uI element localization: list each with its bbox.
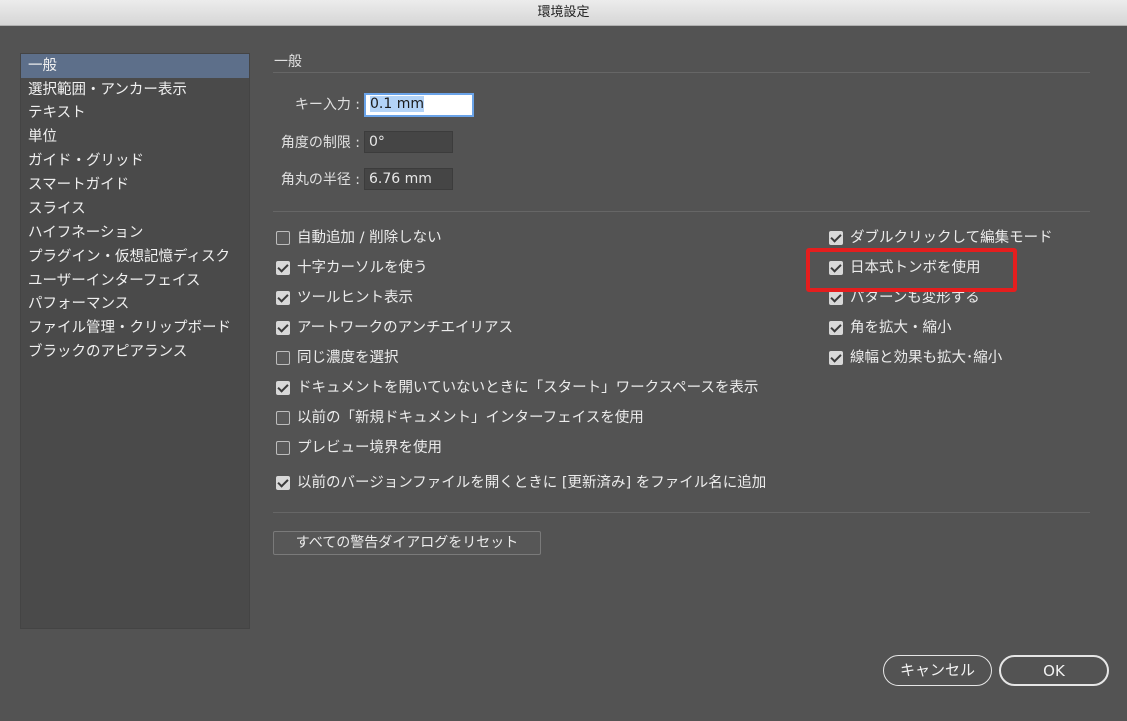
checkbox[interactable] [829,231,843,245]
checkbox[interactable] [276,411,290,425]
checkbox[interactable] [276,381,290,395]
option-label: 同じ濃度を選択 [297,350,399,366]
option-label: 以前の「新規ドキュメント」インターフェイスを使用 [297,410,644,426]
reset-warning-dialogs-button[interactable]: すべての警告ダイアログをリセット [273,531,541,555]
checkbox[interactable] [276,476,290,490]
option-label: アートワークのアンチエイリアス [297,320,514,336]
sidebar-item-plugins-scratch-disks[interactable]: プラグイン・仮想記憶ディスク [21,245,249,269]
sidebar-item-performance[interactable]: パフォーマンス [21,292,249,316]
cancel-button[interactable]: キャンセル [883,655,992,686]
key-increment-value: 0.1 mm [370,96,424,112]
category-sidebar: 一般 選択範囲・アンカー表示 テキスト 単位 ガイド・グリッド スマートガイド … [20,53,250,629]
checkbox[interactable] [829,261,843,275]
option-label: 日本式トンボを使用 [850,260,981,276]
constrain-angle-input[interactable]: 0° [364,131,453,153]
sidebar-item-general[interactable]: 一般 [21,54,249,78]
option-label: 自動追加 / 削除しない [297,230,442,246]
option-label: パターンも変形する [850,290,980,306]
checkbox[interactable] [829,291,843,305]
sidebar-item-file-handling-clipboard[interactable]: ファイル管理・クリップボード [21,316,249,340]
checkbox[interactable] [276,231,290,245]
checkbox[interactable] [276,261,290,275]
option-label: 以前のバージョンファイルを開くときに [更新済み] をファイル名に追加 [297,475,767,491]
option-label: ダブルクリックして編集モード [850,230,1053,246]
checkbox[interactable] [829,351,843,365]
window-title: 環境設定 [0,0,1127,26]
sidebar-item-smart-guides[interactable]: スマートガイド [21,173,249,197]
sidebar-item-units[interactable]: 単位 [21,125,249,149]
checkbox[interactable] [276,291,290,305]
section-divider [273,72,1090,73]
key-increment-label: キー入力 : [294,97,360,113]
corner-radius-label: 角丸の半径 : [280,172,360,188]
sidebar-item-guides-grid[interactable]: ガイド・グリッド [21,149,249,173]
checkbox[interactable] [276,351,290,365]
sidebar-item-user-interface[interactable]: ユーザーインターフェイス [21,269,249,293]
option-label: ドキュメントを開いていないときに「スタート」ワークスペースを表示 [297,380,759,396]
key-increment-input[interactable]: 0.1 mm [364,93,474,117]
constrain-angle-label: 角度の制限 : [280,135,360,151]
checkbox[interactable] [276,441,290,455]
option-label: 角を拡大・縮小 [850,320,952,336]
section-title: 一般 [274,54,302,70]
sidebar-item-selection-anchor[interactable]: 選択範囲・アンカー表示 [21,78,249,102]
sidebar-item-slices[interactable]: スライス [21,197,249,221]
sidebar-item-hyphenation[interactable]: ハイフネーション [21,221,249,245]
checkbox[interactable] [276,321,290,335]
option-label: 十字カーソルを使う [297,260,428,276]
ok-button[interactable]: OK [999,655,1109,686]
corner-radius-input[interactable]: 6.76 mm [364,168,453,190]
sidebar-item-type[interactable]: テキスト [21,101,249,125]
sidebar-item-appearance-of-black[interactable]: ブラックのアピアランス [21,340,249,364]
option-label: プレビュー境界を使用 [297,440,442,456]
fields-divider [273,211,1090,212]
checkbox[interactable] [829,321,843,335]
option-label: ツールヒント表示 [297,290,413,306]
option-label: 線幅と効果も拡大･縮小 [850,350,1003,366]
options-divider [273,512,1090,513]
